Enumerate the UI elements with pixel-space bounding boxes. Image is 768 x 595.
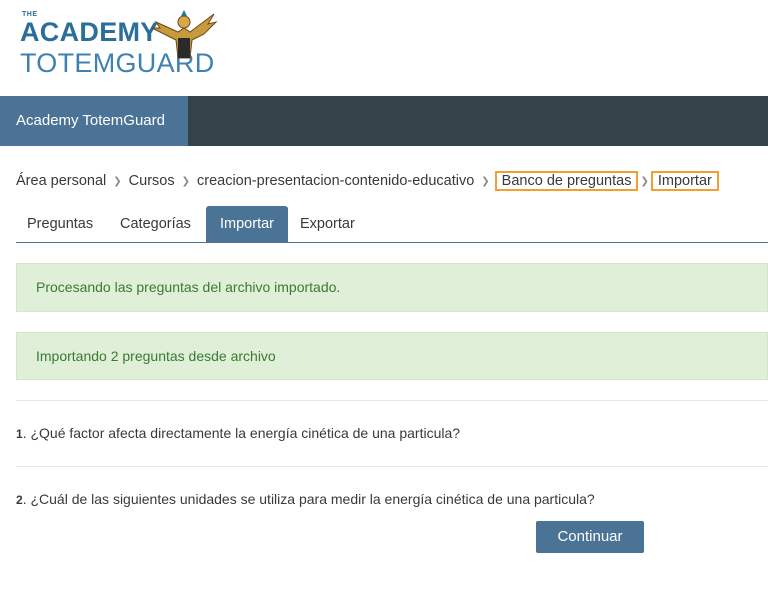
tab-categorias[interactable]: Categorías — [109, 206, 202, 242]
breadcrumb-item-course[interactable]: creacion-presentacion-contenido-educativ… — [197, 173, 474, 189]
breadcrumb-item-importar[interactable]: Importar — [650, 171, 719, 191]
chevron-right-icon: ❯ — [181, 175, 190, 187]
question-item: 1. ¿Qué factor afecta directamente la en… — [16, 425, 460, 441]
question-number: 2 — [16, 493, 23, 507]
logo-line1: ACADEMY — [20, 17, 159, 47]
breadcrumb-item-cursos[interactable]: Cursos — [129, 173, 175, 189]
tab-importar[interactable]: Importar — [206, 206, 288, 242]
question-text: . ¿Qué factor afecta directamente la ene… — [22, 425, 461, 441]
success-alert-importing: Importando 2 preguntas desde archivo — [16, 332, 768, 380]
breadcrumb-item-area-personal[interactable]: Área personal — [16, 173, 106, 189]
breadcrumb-item-banco-preguntas[interactable]: Banco de preguntas — [494, 171, 639, 191]
success-alert-processing: Procesando las preguntas del archivo imp… — [16, 263, 768, 312]
tab-preguntas[interactable]: Preguntas — [16, 206, 104, 242]
breadcrumb: Área personal ❯ Cursos ❯ creacion-presen… — [16, 170, 719, 192]
question-number: 1 — [16, 427, 23, 441]
navbar-brand[interactable]: Academy TotemGuard — [0, 96, 188, 146]
divider — [16, 400, 768, 401]
top-navbar: Academy TotemGuard — [0, 96, 768, 146]
continue-button[interactable]: Continuar — [536, 521, 644, 553]
totem-eagle-icon — [151, 10, 218, 59]
tab-exportar[interactable]: Exportar — [289, 206, 366, 242]
chevron-right-icon: ❯ — [481, 175, 490, 187]
question-item: 2. ¿Cuál de las siguientes unidades se u… — [16, 491, 595, 507]
tab-bar: Preguntas Categorías Importar Exportar — [16, 206, 768, 243]
site-logo[interactable]: THE ACADEMY TOTEMGUARD — [20, 8, 220, 78]
divider — [16, 466, 768, 467]
chevron-right-icon: ❯ — [113, 175, 122, 187]
chevron-right-icon: ❯ — [640, 175, 649, 187]
question-text: . ¿Cuál de las siguientes unidades se ut… — [22, 491, 595, 507]
